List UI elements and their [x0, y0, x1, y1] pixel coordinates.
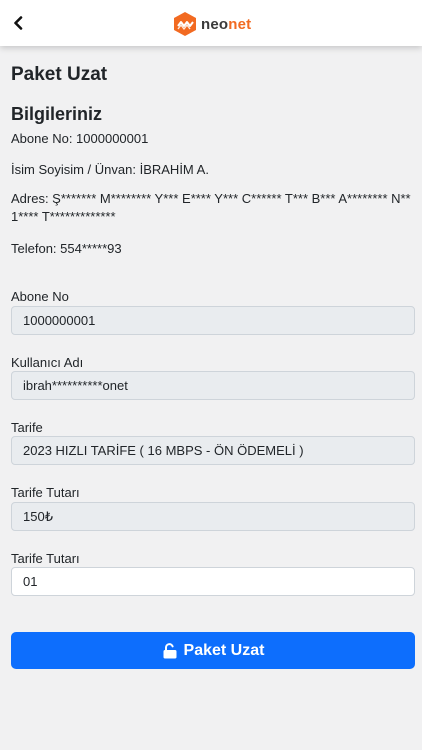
neonet-logo: neonet [172, 11, 251, 37]
abone-no-field[interactable] [11, 306, 415, 335]
tarife-tutari-field[interactable] [11, 502, 415, 531]
info-abone-no: Abone No: 1000000001 [11, 131, 149, 146]
tarife-field[interactable] [11, 436, 415, 465]
back-button[interactable] [6, 10, 30, 36]
section-title: Bilgileriniz [11, 104, 103, 124]
app-header: neonet [0, 0, 422, 46]
logo-text: neonet [201, 15, 252, 33]
info-isim: İsim Soyisim / Ünvan: İBRAHİM A. [11, 162, 209, 177]
tarife-tutari-label: Tarife Tutarı [11, 485, 80, 500]
page-title: Paket Uzat [11, 64, 108, 85]
neonet-hexagon-logo-icon [172, 11, 198, 37]
kullanici-adi-field[interactable] [11, 371, 415, 400]
kullanici-adi-label: Kullanıcı Adı [11, 355, 84, 370]
paket-uzat-button-label: Paket Uzat [183, 641, 265, 659]
unlock-icon [162, 642, 178, 659]
info-adres: Adres: Ş******* M******** Y*** E**** Y**… [11, 191, 411, 224]
abone-no-label: Abone No [11, 289, 69, 304]
tarife-tutari-2-input[interactable] [11, 567, 415, 596]
info-telefon: Telefon: 554*****93 [11, 241, 122, 256]
tarife-tutari-2-label: Tarife Tutarı [11, 551, 80, 566]
tarife-label: Tarife [11, 420, 43, 435]
paket-uzat-button[interactable]: Paket Uzat [11, 632, 415, 669]
chevron-left-icon [12, 16, 24, 30]
